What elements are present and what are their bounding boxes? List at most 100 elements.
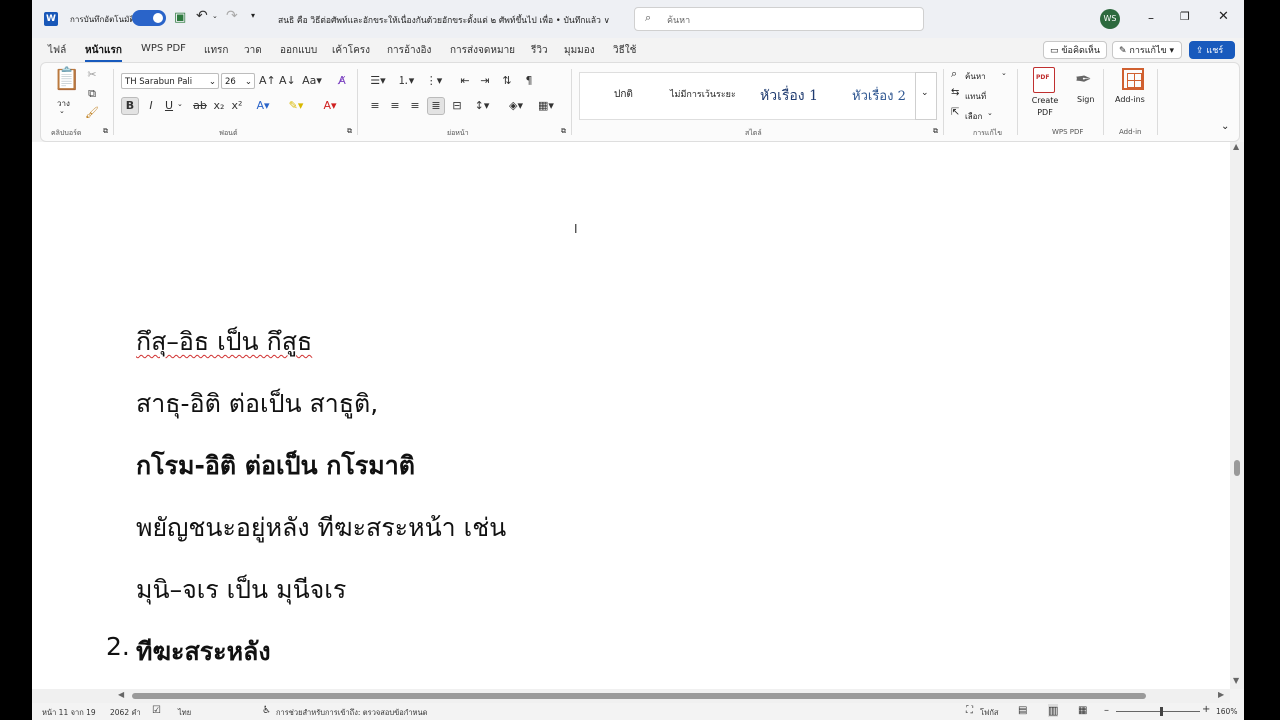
select-button[interactable]: เลือก xyxy=(965,110,982,123)
page-count[interactable]: หน้า 11 จาก 19 xyxy=(42,707,96,719)
scroll-up-icon[interactable]: ▲ xyxy=(1233,142,1239,151)
change-case-icon[interactable]: Aa▾ xyxy=(301,73,323,89)
restore-icon[interactable]: ❐ xyxy=(1180,10,1190,23)
accessibility-icon[interactable]: ♿ xyxy=(262,705,271,716)
shading-icon[interactable]: ◈▾ xyxy=(505,98,527,114)
font-size-field[interactable]: 26 ⌄ xyxy=(221,73,255,89)
strikethrough-icon[interactable]: ab xyxy=(193,98,207,114)
tab-draw[interactable]: วาด xyxy=(244,43,262,58)
shrink-font-icon[interactable]: A↓ xyxy=(279,73,296,89)
doc-line-3[interactable]: กโรม-อิติ ต่อเป็น กโรมาติ xyxy=(136,446,415,486)
chevron-down-icon[interactable]: ⌄ xyxy=(1001,69,1007,77)
dialog-launcher-icon[interactable]: ⧉ xyxy=(933,127,938,136)
tab-view[interactable]: มุมมอง xyxy=(564,43,595,58)
zoom-slider[interactable] xyxy=(1116,711,1200,712)
dialog-launcher-icon[interactable]: ⧉ xyxy=(347,127,352,136)
paste-icon[interactable]: 📋 xyxy=(53,67,80,92)
style-heading-2[interactable]: หัวเรื่อง 2 xyxy=(852,85,906,106)
borders-icon[interactable]: ▦▾ xyxy=(535,98,557,114)
dialog-launcher-icon[interactable]: ⧉ xyxy=(103,127,108,136)
font-name-field[interactable]: TH Sarabun Pali ⌄ xyxy=(121,73,219,89)
redo-icon[interactable]: ↷ xyxy=(226,8,238,24)
scroll-left-icon[interactable]: ◀ xyxy=(118,690,124,699)
style-no-spacing[interactable]: ไม่มีการเว้นระยะ xyxy=(670,87,736,101)
read-mode-icon[interactable]: ▤ xyxy=(1018,705,1027,716)
doc-line-2[interactable]: สาธุ-อิติ ต่อเป็น สาธูติ, xyxy=(136,384,378,424)
document-canvas[interactable]: I กึสุ–อิธ เป็น กึสูธ สาธุ-อิติ ต่อเป็น … xyxy=(32,142,1230,689)
horizontal-scroll-thumb[interactable] xyxy=(132,693,1146,699)
zoom-slider-thumb[interactable] xyxy=(1160,707,1163,716)
tab-help[interactable]: วิธีใช้ xyxy=(613,43,636,58)
focus-icon[interactable]: ⛶ xyxy=(966,705,973,716)
format-painter-icon[interactable]: 🖌 xyxy=(85,105,99,121)
align-right-icon[interactable]: ≡ xyxy=(407,98,423,114)
tab-design[interactable]: ออกแบบ xyxy=(280,43,317,58)
language-indicator[interactable]: ไทย xyxy=(178,707,191,719)
dialog-launcher-icon[interactable]: ⧉ xyxy=(561,127,566,136)
zoom-level[interactable]: 160% xyxy=(1216,707,1237,716)
scroll-down-icon[interactable]: ▼ xyxy=(1233,676,1239,685)
list-item-heading[interactable]: ทีฆะสระหลัง xyxy=(136,632,271,672)
doc-line-1[interactable]: กึสุ–อิธ เป็น กึสูธ xyxy=(136,322,312,362)
increase-indent-icon[interactable]: ⇥ xyxy=(477,73,493,89)
add-ins-button[interactable]: Add-ins xyxy=(1115,95,1145,104)
accessibility-status[interactable]: การช่วยสำหรับการเข้าถึง: ตรวจสอบข้อกำหนด xyxy=(276,707,427,719)
close-icon[interactable]: ✕ xyxy=(1218,9,1229,24)
print-layout-icon[interactable]: ▥ xyxy=(1048,704,1059,717)
sign-icon[interactable]: ✒ xyxy=(1075,67,1092,91)
word-count[interactable]: 2062 คำ xyxy=(110,707,141,719)
bullets-icon[interactable]: ☰▾ xyxy=(367,73,389,89)
collapse-ribbon-icon[interactable]: ⌄ xyxy=(1221,121,1229,132)
doc-line-5[interactable]: มุนิ–จเร เป็น มุนีจเร xyxy=(136,570,346,610)
customize-toolbar-icon[interactable]: ▾ xyxy=(251,11,255,20)
bold-icon[interactable]: B xyxy=(121,97,139,115)
focus-label[interactable]: โฟกัส xyxy=(980,707,998,719)
autosave-toggle[interactable] xyxy=(132,10,166,26)
subscript-icon[interactable]: x₂ xyxy=(213,98,225,114)
minimize-icon[interactable]: – xyxy=(1148,11,1154,25)
decrease-indent-icon[interactable]: ⇤ xyxy=(457,73,473,89)
replace-icon[interactable]: ⇆ xyxy=(951,87,959,98)
select-icon[interactable]: ⇱ xyxy=(951,107,959,118)
tab-references[interactable]: การอ้างอิง xyxy=(387,43,431,58)
tab-mailings[interactable]: การส่งจดหมาย xyxy=(450,43,515,58)
replace-button[interactable]: แทนที่ xyxy=(965,90,986,103)
line-spacing-icon[interactable]: ↕▾ xyxy=(471,98,493,114)
find-button[interactable]: ค้นหา xyxy=(965,70,986,83)
highlight-icon[interactable]: ✎▾ xyxy=(285,98,307,114)
tab-home[interactable]: หน้าแรก xyxy=(85,43,122,62)
create-pdf-icon[interactable]: PDF xyxy=(1033,67,1055,93)
editing-mode-button[interactable]: ✎ การแก้ไข ▾ xyxy=(1112,41,1182,59)
proofing-icon[interactable]: ☑ xyxy=(152,705,161,716)
tab-wps-pdf[interactable]: WPS PDF xyxy=(141,43,186,54)
chevron-down-icon[interactable]: ⌄ xyxy=(987,109,993,117)
clear-formatting-icon[interactable]: A̸ xyxy=(335,73,349,89)
zoom-in-icon[interactable]: + xyxy=(1202,704,1210,715)
create-pdf-button[interactable]: Create PDF xyxy=(1029,95,1061,119)
font-color-icon[interactable]: A▾ xyxy=(319,98,341,114)
superscript-icon[interactable]: x² xyxy=(231,98,243,114)
tab-layout[interactable]: เค้าโครง xyxy=(332,43,370,58)
text-effects-icon[interactable]: A▾ xyxy=(253,98,273,114)
find-icon[interactable]: ⌕ xyxy=(951,67,957,81)
numbering-icon[interactable]: ⒈▾ xyxy=(395,73,417,89)
tab-review[interactable]: รีวิว xyxy=(531,43,548,58)
distributed-icon[interactable]: ⊟ xyxy=(449,98,465,114)
zoom-out-icon[interactable]: – xyxy=(1104,705,1109,716)
comments-button[interactable]: ▭ ข้อคิดเห็น xyxy=(1043,41,1107,59)
chevron-down-icon[interactable]: ⌄ xyxy=(177,100,183,108)
vertical-scrollbar[interactable]: ▲ ▼ xyxy=(1230,142,1244,689)
share-button[interactable]: ⇪ แชร์ ▾ xyxy=(1189,41,1235,74)
show-marks-icon[interactable]: ¶ xyxy=(521,73,537,89)
avatar[interactable]: WS xyxy=(1100,9,1120,29)
add-ins-icon[interactable] xyxy=(1122,68,1144,90)
grow-font-icon[interactable]: A↑ xyxy=(259,73,276,89)
chevron-down-icon[interactable]: ⌄ xyxy=(212,12,218,20)
multilevel-list-icon[interactable]: ⋮▾ xyxy=(423,73,445,89)
italic-icon[interactable]: I xyxy=(145,98,157,114)
align-center-icon[interactable]: ≡ xyxy=(387,98,403,114)
web-layout-icon[interactable]: ▦ xyxy=(1078,705,1087,716)
justify-icon[interactable]: ≣ xyxy=(427,97,445,115)
cut-icon[interactable]: ✂ xyxy=(85,67,99,83)
doc-line-4[interactable]: พยัญชนะอยู่หลัง ทีฆะสระหน้า เช่น xyxy=(136,508,506,548)
